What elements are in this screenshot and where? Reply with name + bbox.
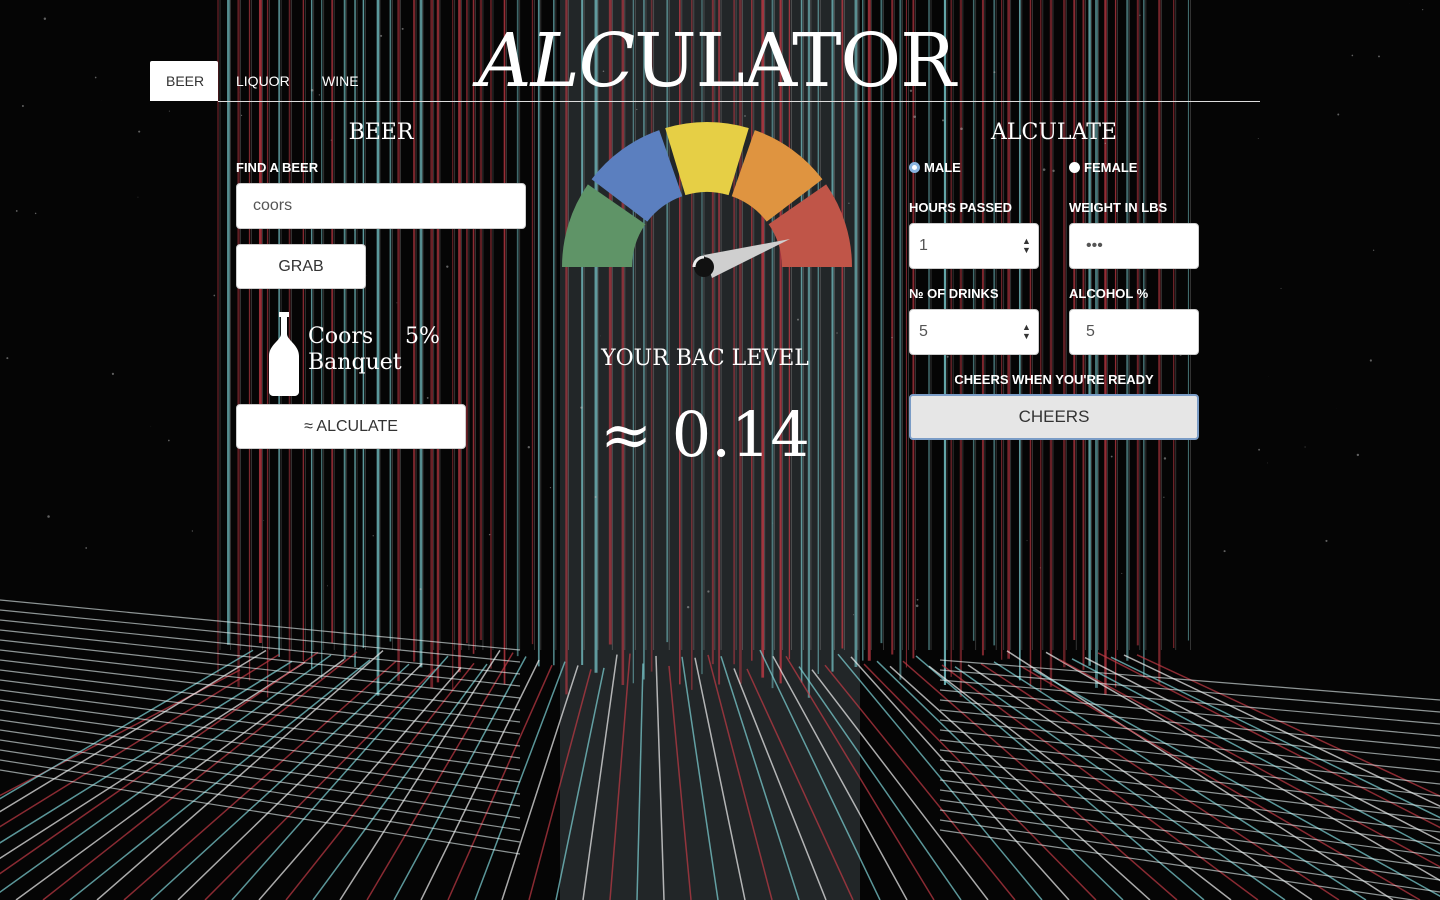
alcohol-percent-label: ALCOHOL % bbox=[1069, 286, 1149, 301]
cheers-ready-label: CHEERS WHEN YOU'RE READY bbox=[954, 372, 1154, 387]
beer-name-line1: Coors bbox=[308, 324, 374, 349]
tab-wine[interactable]: WINE bbox=[322, 61, 359, 101]
alcohol-percent-input[interactable]: 5 bbox=[1069, 309, 1199, 355]
tab-beer[interactable]: BEER bbox=[150, 61, 218, 101]
beer-abv: 5% bbox=[405, 324, 440, 349]
alculate-beer-button[interactable]: ≈ ALCULATE bbox=[236, 404, 466, 449]
hours-spinner-icon[interactable]: ▲ ▼ bbox=[1022, 237, 1031, 255]
bac-level-value: ≈ 0.14 bbox=[600, 398, 810, 471]
drinks-label: № of DRINKS bbox=[909, 286, 999, 301]
tab-liquor[interactable]: LIQUOR bbox=[236, 61, 290, 101]
hours-passed-input[interactable]: 1 ▲ ▼ bbox=[909, 223, 1039, 269]
cheers-button[interactable]: CHEERS bbox=[909, 394, 1199, 440]
male-label: MALE bbox=[924, 160, 961, 175]
find-beer-label: FIND A BEER bbox=[236, 160, 319, 175]
beer-panel-title: BEER bbox=[348, 120, 414, 145]
app-title: ALCULATOR bbox=[478, 18, 956, 104]
bac-level-label: YOUR BAC LEVEL bbox=[601, 346, 809, 371]
hours-passed-value: 1 bbox=[919, 237, 928, 254]
beer-name-line2: Banquet bbox=[308, 350, 402, 375]
beer-search-input[interactable]: coors bbox=[236, 183, 526, 229]
alculate-panel-title: ALCULATE bbox=[991, 120, 1117, 145]
drinks-value: 5 bbox=[919, 323, 928, 340]
male-radio[interactable] bbox=[909, 162, 920, 173]
female-label: FEMALE bbox=[1084, 160, 1138, 175]
app-title-rest: ULATOR bbox=[634, 18, 956, 104]
beer-result-name: Coors Banquet bbox=[308, 324, 402, 376]
grab-button[interactable]: GRAB bbox=[236, 244, 366, 289]
app-title-italic: ALC bbox=[478, 18, 635, 104]
weight-label: WEIGHT IN LBS bbox=[1069, 200, 1168, 215]
gauge-needle bbox=[704, 239, 790, 278]
beer-bottle-icon bbox=[266, 312, 302, 401]
alcohol-percent-value: 5 bbox=[1086, 323, 1095, 340]
female-radio[interactable] bbox=[1069, 162, 1080, 173]
gender-female-option[interactable]: FEMALE bbox=[1069, 160, 1137, 175]
bac-gauge bbox=[562, 122, 852, 278]
gender-male-option[interactable]: MALE bbox=[909, 160, 961, 175]
drinks-spinner-icon[interactable]: ▲ ▼ bbox=[1022, 323, 1031, 341]
drinks-input[interactable]: 5 ▲ ▼ bbox=[909, 309, 1039, 355]
hours-passed-label: HOURS PASSED bbox=[909, 200, 1013, 215]
weight-value: ••• bbox=[1086, 237, 1103, 254]
weight-input[interactable]: ••• bbox=[1069, 223, 1199, 269]
